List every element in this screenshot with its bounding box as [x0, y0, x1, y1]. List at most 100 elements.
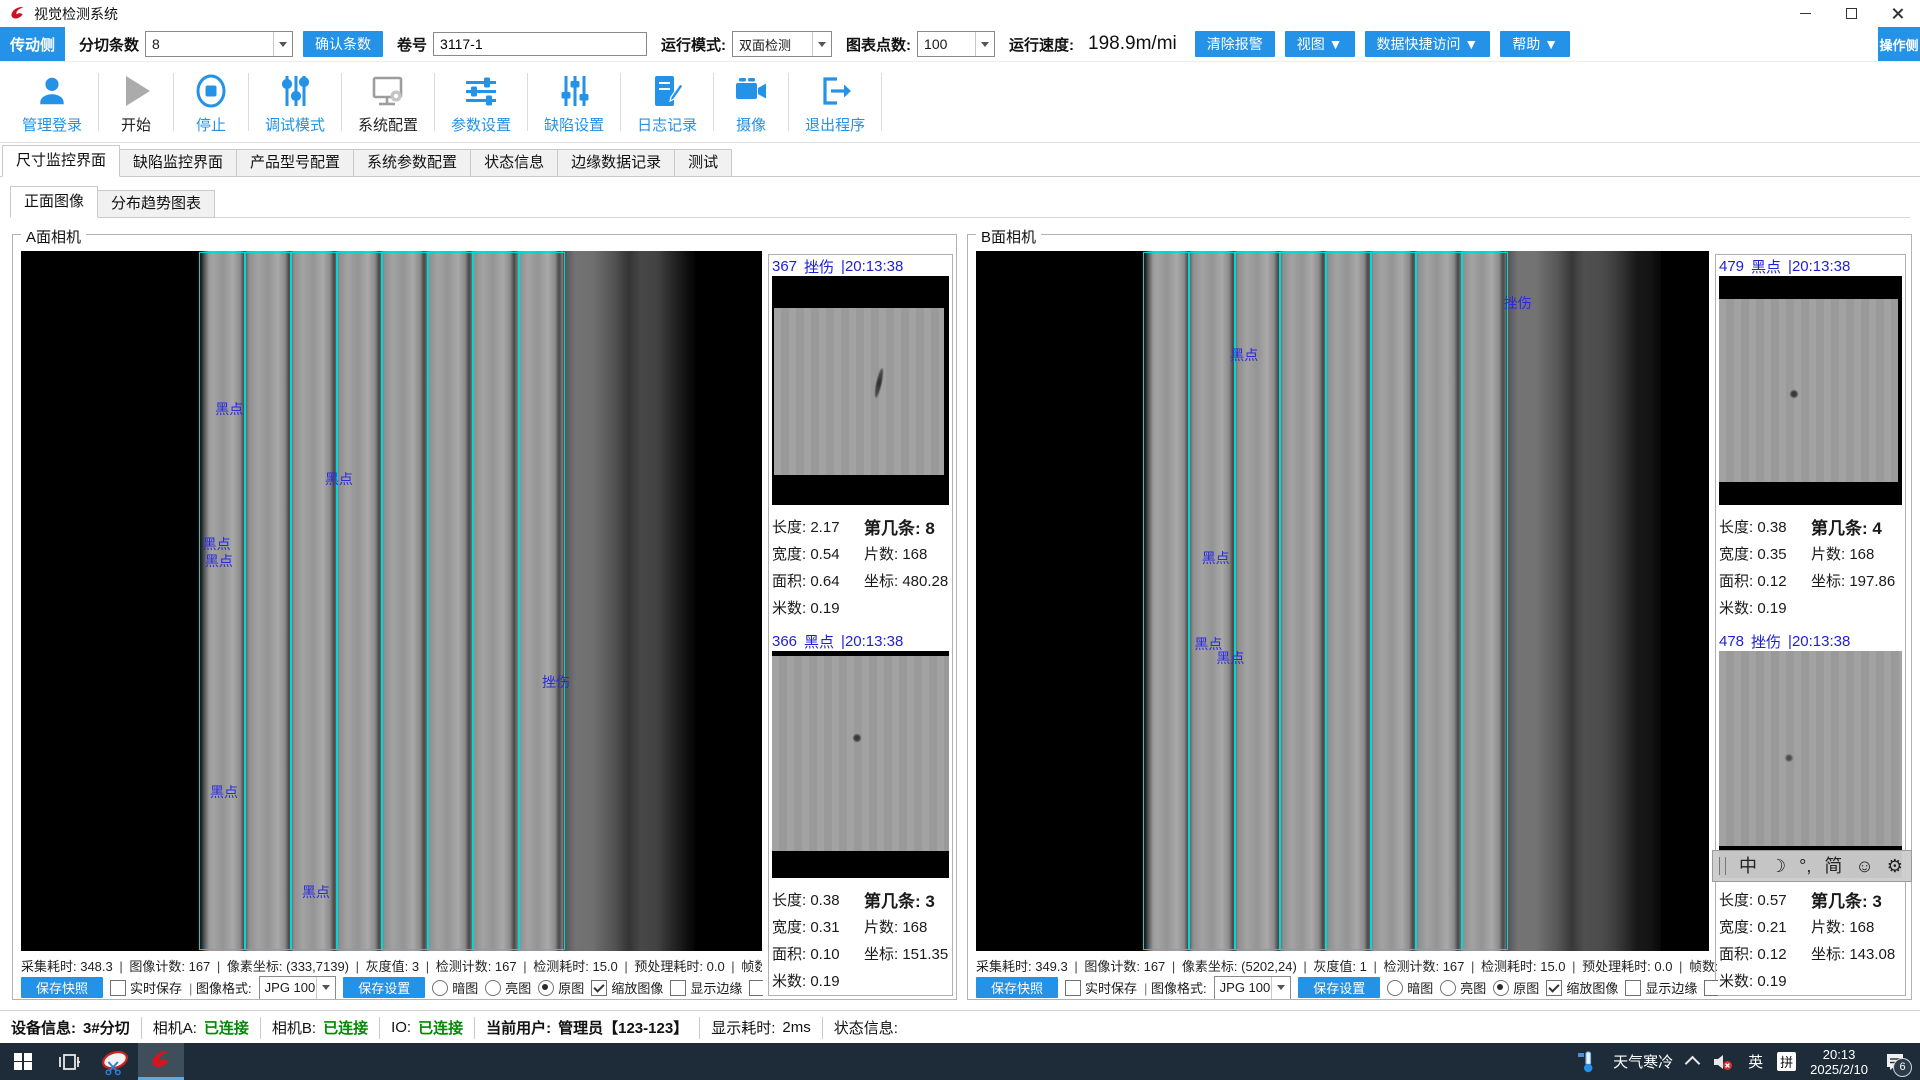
image-format-combobox[interactable]: JPG 100	[1214, 976, 1292, 999]
thermometer-icon[interactable]	[1577, 1050, 1599, 1074]
defect-card: 366 黑点 |20:13:38 长度: 0.38 第几条: 3 宽度: 0.3…	[772, 631, 949, 996]
taskbar-clock[interactable]: 20:13 2025/2/10	[1810, 1047, 1868, 1077]
punctuation-mode-button[interactable]: °,	[1799, 857, 1811, 875]
info-segment: 灰度值: 3	[366, 959, 419, 974]
image-format-label: 图像格式:	[189, 978, 252, 997]
tab-test[interactable]: 测试	[674, 149, 732, 177]
dark-image-radio[interactable]: 暗图	[1387, 978, 1433, 997]
strip-boundary-line	[1415, 252, 1417, 950]
stop-button[interactable]: 停止	[174, 65, 248, 139]
operation-side-button[interactable]: 操作侧	[1878, 27, 1920, 61]
dark-image-radio[interactable]: 暗图	[432, 978, 478, 997]
chart-points-combobox[interactable]: 100	[917, 31, 995, 57]
notification-count-badge: 6	[1893, 1058, 1912, 1077]
show-edge-checkbox[interactable]: 显示边缘	[1625, 978, 1697, 997]
pinyin-ime-indicator[interactable]: 拼	[1777, 1052, 1796, 1071]
log-record-button[interactable]: 日志记录	[621, 65, 713, 139]
tray-expand-icon[interactable]	[1685, 1056, 1701, 1072]
admin-login-button[interactable]: 管理登录	[6, 65, 98, 139]
save-snapshot-button[interactable]: 保存快照	[976, 977, 1058, 998]
start-button[interactable]: 开始	[99, 65, 173, 139]
snipping-tool-taskbar-button[interactable]	[92, 1043, 138, 1080]
tab-edge-data-record[interactable]: 边缘数据记录	[557, 149, 675, 177]
camera-a-image[interactable]: 黑点黑点黑点黑点挫伤黑点黑点	[21, 251, 762, 951]
exit-program-button[interactable]: 退出程序	[789, 65, 881, 139]
language-indicator[interactable]: 英	[1748, 1051, 1763, 1072]
moon-icon[interactable]: ☽	[1770, 857, 1786, 875]
notification-center-button[interactable]: 6	[1882, 1049, 1908, 1075]
zoom-image-checkbox[interactable]: 缩放图像	[1546, 978, 1618, 997]
image-format-combobox[interactable]: JPG 100	[259, 976, 337, 999]
speaker-muted-icon[interactable]	[1712, 1052, 1734, 1072]
simplified-chinese-button[interactable]: 简	[1824, 857, 1842, 875]
defect-settings-button[interactable]: 缺陷设置	[528, 65, 620, 139]
save-settings-button[interactable]: 保存设置	[1298, 977, 1380, 998]
save-settings-button[interactable]: 保存设置	[343, 977, 425, 998]
start-button[interactable]	[0, 1043, 46, 1080]
video-capture-button[interactable]: 摄像	[714, 65, 788, 139]
defect-thumbnail[interactable]	[772, 276, 949, 505]
run-mode-combobox[interactable]: 双面检测	[732, 31, 832, 57]
meters-label: 米数:	[772, 600, 806, 617]
data-quick-access-menu-button[interactable]: 数据快捷访问 ▼	[1365, 31, 1491, 57]
slit-count-value: 8	[152, 36, 160, 52]
tab-size-monitor[interactable]: 尺寸监控界面	[2, 145, 120, 177]
chevron-down-icon	[1271, 977, 1290, 999]
tab-defect-monitor[interactable]: 缺陷监控界面	[119, 149, 237, 177]
defect-thumbnail[interactable]	[772, 651, 949, 878]
strip-boundary-line	[290, 252, 292, 950]
save-snapshot-button[interactable]: 保存快照	[21, 977, 103, 998]
confirm-count-button[interactable]: 确认条数	[303, 31, 383, 57]
maximize-icon	[1846, 8, 1857, 19]
bright-image-radio[interactable]: 亮图	[485, 978, 531, 997]
emoji-icon[interactable]: ☺	[1855, 857, 1873, 875]
debug-mode-button[interactable]: 调试模式	[249, 65, 341, 139]
system-config-button[interactable]: 系统配置	[342, 65, 434, 139]
help-menu-button[interactable]: 帮助 ▼	[1500, 31, 1570, 57]
weather-status[interactable]: 天气寒冷	[1613, 1051, 1673, 1072]
defect-thumbnail[interactable]	[1719, 276, 1902, 505]
realtime-save-checkbox[interactable]: 实时保存	[110, 978, 182, 997]
view-menu-button[interactable]: 视图 ▼	[1285, 31, 1355, 57]
chinese-mode-button[interactable]: 中	[1739, 857, 1757, 875]
clear-alarm-button[interactable]: 清除报警	[1195, 31, 1275, 57]
parameter-settings-button[interactable]: 参数设置	[435, 65, 527, 139]
info-segment: 检测计数: 167	[436, 959, 517, 974]
defect-thumbnail[interactable]	[1719, 651, 1902, 878]
gear-icon[interactable]: ⚙	[1887, 857, 1903, 875]
camera-b-image[interactable]: 挫伤黑点黑点黑点黑点	[976, 251, 1709, 951]
original-image-radio[interactable]: 原图	[1493, 978, 1539, 997]
ime-drag-handle[interactable]	[1719, 857, 1726, 875]
vision-app-taskbar-button[interactable]	[138, 1043, 184, 1080]
minimize-button[interactable]	[1782, 0, 1828, 27]
parameter-settings-label: 参数设置	[451, 114, 511, 135]
maximize-button[interactable]	[1828, 0, 1874, 27]
length-label: 长度:	[1719, 519, 1753, 536]
realtime-save-checkbox[interactable]: 实时保存	[1065, 978, 1137, 997]
zoom-image-checkbox[interactable]: 缩放图像	[591, 978, 663, 997]
tab-front-image[interactable]: 正面图像	[10, 186, 98, 218]
io-connection-status: IO:已连接	[380, 1017, 475, 1039]
original-image-radio[interactable]: 原图	[538, 978, 584, 997]
show-edge-checkbox[interactable]: 显示边缘	[670, 978, 742, 997]
bright-image-radio[interactable]: 亮图	[1440, 978, 1486, 997]
strip-value: 3	[925, 892, 934, 911]
meters-value: 0.19	[810, 600, 839, 617]
task-view-button[interactable]	[46, 1043, 92, 1080]
tab-system-param-config[interactable]: 系统参数配置	[353, 149, 471, 177]
defect-stats: 长度: 2.17 第几条: 8 宽度: 0.54 片数: 168 面积: 0.6…	[772, 505, 949, 623]
roll-no-input[interactable]	[433, 32, 647, 56]
coord-label: 坐标:	[1811, 573, 1845, 590]
ime-toolbar[interactable]: 中 ☽ °, 简 ☺ ⚙	[1712, 850, 1912, 882]
tab-product-model-config[interactable]: 产品型号配置	[236, 149, 354, 177]
show-strips-checkbox[interactable]: 显示条数	[749, 978, 763, 997]
tab-distribution-trend-chart[interactable]: 分布趋势图表	[97, 190, 215, 218]
strip-boundary-line	[1325, 252, 1327, 950]
tab-status-info[interactable]: 状态信息	[470, 149, 558, 177]
meters-label: 米数:	[1719, 973, 1753, 990]
zoom-image-label: 缩放图像	[1566, 978, 1618, 997]
show-strips-checkbox[interactable]: 显示条数	[1704, 978, 1718, 997]
transmission-side-button[interactable]: 传动侧	[0, 27, 65, 61]
slit-count-combobox[interactable]: 8	[145, 31, 293, 57]
close-button[interactable]	[1874, 0, 1920, 27]
